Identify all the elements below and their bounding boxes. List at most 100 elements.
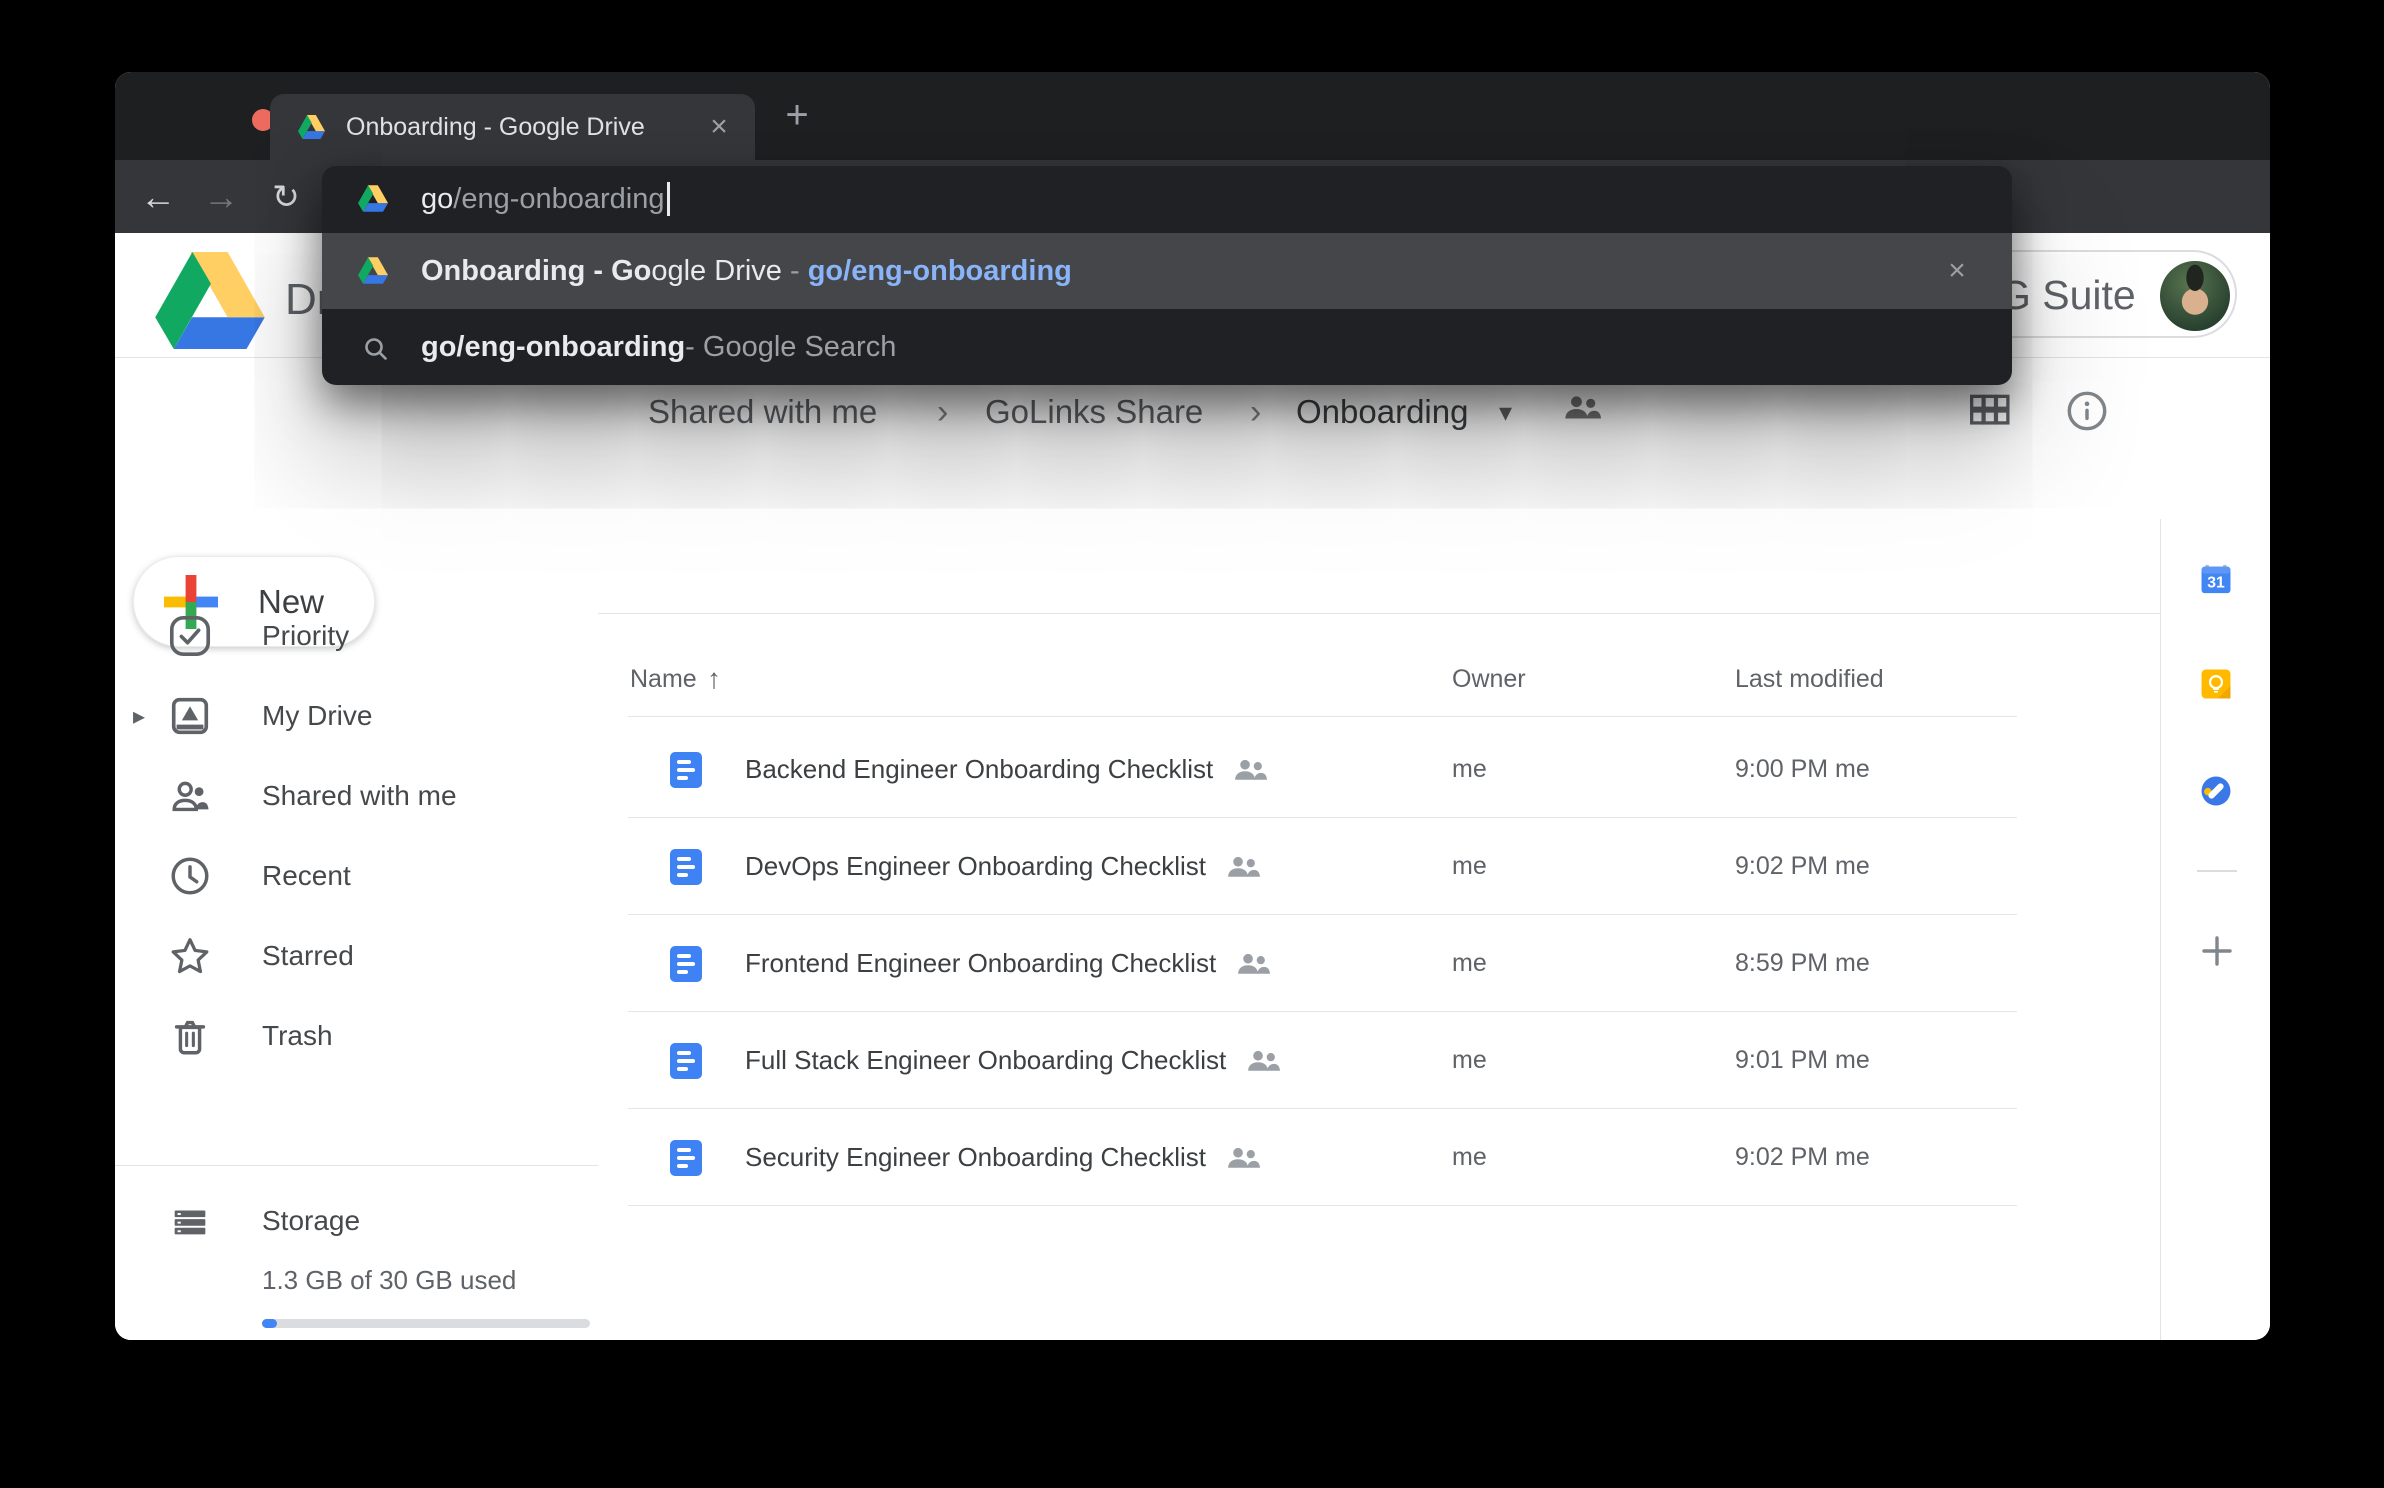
close-tab-icon[interactable]: × <box>700 108 738 146</box>
breadcrumb-separator: › <box>937 382 948 442</box>
breadcrumb-shared-with-me[interactable]: Shared with me <box>648 382 877 442</box>
file-name: Security Engineer Onboarding Checklist <box>745 1142 1206 1173</box>
file-modified: 8:59 PM me <box>1735 915 1870 1011</box>
file-name: Backend Engineer Onboarding Checklist <box>745 754 1213 785</box>
recent-icon <box>167 853 213 899</box>
sidebar-item-starred[interactable]: Starred <box>115 916 598 996</box>
info-icon[interactable] <box>2065 389 2109 433</box>
suggestion-google-search[interactable]: go/eng-onboarding - Google Search <box>322 309 2012 385</box>
add-app-plus-icon[interactable] <box>2199 933 2235 969</box>
shared-with-me-icon <box>167 773 213 819</box>
rail-divider <box>2197 870 2237 872</box>
my-drive-icon <box>167 693 213 739</box>
google-doc-icon <box>670 946 702 982</box>
breadcrumb-onboarding[interactable]: Onboarding <box>1296 382 1468 442</box>
reload-icon[interactable]: ↻ <box>258 160 314 233</box>
sort-ascending-icon[interactable]: ↑ <box>707 651 721 707</box>
omnibox-completion-text: /eng-onboarding <box>453 183 664 216</box>
breadcrumb-separator: › <box>1250 382 1261 442</box>
desktop-background: Onboarding - Google Drive × + ← → ↻ <box>0 0 2384 1488</box>
file-modified: 9:00 PM me <box>1735 721 1870 817</box>
file-owner: me <box>1452 915 1487 1011</box>
browser-tab[interactable]: Onboarding - Google Drive × <box>270 94 755 160</box>
shared-people-icon <box>1246 1048 1280 1072</box>
suggestion-url: go/eng-onboarding <box>808 255 1072 288</box>
shared-people-icon <box>1236 951 1270 975</box>
grid-view-icon[interactable] <box>1968 391 2012 431</box>
column-header-name[interactable]: Name <box>630 651 697 707</box>
sidebar-label: Starred <box>262 916 354 996</box>
search-query: go/eng-onboarding <box>421 331 685 364</box>
suggestion-title-rest: ogle Drive <box>651 255 782 288</box>
table-divider <box>628 716 2017 717</box>
drive-app: Drive G Suite Shared with me › GoLinks S… <box>115 233 2270 1340</box>
table-row[interactable]: DevOps Engineer Onboarding Checklist me … <box>598 818 2160 914</box>
drive-logo[interactable] <box>155 252 265 349</box>
suggestion-drive-result[interactable]: Onboarding - Google Drive - go/eng-onboa… <box>322 233 2012 309</box>
text-cursor <box>667 182 670 216</box>
omnibox[interactable]: go/eng-onboarding <box>322 166 2012 232</box>
new-tab-button[interactable]: + <box>775 93 819 137</box>
file-owner: me <box>1452 721 1487 817</box>
sidebar-label: Priority <box>262 596 349 676</box>
column-header-owner[interactable]: Owner <box>1452 651 1526 707</box>
starred-icon <box>167 933 213 979</box>
google-doc-icon <box>670 1043 702 1079</box>
file-owner: me <box>1452 1012 1487 1108</box>
sidebar-label: Storage <box>262 1181 360 1261</box>
table-row[interactable]: Security Engineer Onboarding Checklist m… <box>598 1109 2160 1205</box>
tasks-icon[interactable] <box>2199 774 2233 808</box>
tab-strip: Onboarding - Google Drive × + <box>115 72 2270 160</box>
sidebar-item-recent[interactable]: Recent <box>115 836 598 916</box>
shared-people-icon <box>1226 1145 1260 1169</box>
file-modified: 9:02 PM me <box>1735 818 1870 914</box>
storage-usage-text: 1.3 GB of 30 GB used <box>262 1265 516 1296</box>
breadcrumb-golinks-share[interactable]: GoLinks Share <box>985 382 1203 442</box>
omnibox-dropdown-panel: go/eng-onboarding Onboarding - Google Dr… <box>322 166 2012 385</box>
column-header-last-modified[interactable]: Last modified <box>1735 651 1884 707</box>
expand-caret-icon[interactable]: ▸ <box>133 702 145 731</box>
file-name: Frontend Engineer Onboarding Checklist <box>745 948 1216 979</box>
table-row[interactable]: Full Stack Engineer Onboarding Checklist… <box>598 1012 2160 1108</box>
suggestion-dash: - <box>782 255 808 288</box>
sidebar-label: Shared with me <box>262 756 457 836</box>
google-doc-icon <box>670 849 702 885</box>
omnibox-text: go/eng-onboarding <box>421 166 670 232</box>
account-avatar[interactable] <box>2160 261 2230 331</box>
shared-people-icon <box>1226 854 1260 878</box>
drive-favicon <box>298 115 325 139</box>
storage-icon <box>167 1198 213 1244</box>
sidebar-item-shared-with-me[interactable]: Shared with me <box>115 756 598 836</box>
suggestion-text: go/eng-onboarding - Google Search <box>421 309 896 385</box>
folder-dropdown-caret-icon[interactable]: ▾ <box>1499 382 1512 442</box>
omnibox-typed-text: go <box>421 183 453 216</box>
sidebar-item-storage[interactable]: Storage <box>115 1181 598 1261</box>
sidebar-item-priority[interactable]: Priority <box>115 596 598 676</box>
table-row[interactable]: Frontend Engineer Onboarding Checklist m… <box>598 915 2160 1011</box>
keep-icon[interactable] <box>2199 667 2233 701</box>
table-row[interactable]: Backend Engineer Onboarding Checklist me… <box>598 721 2160 817</box>
remove-suggestion-icon[interactable]: × <box>1938 252 1976 290</box>
file-owner: me <box>1452 818 1487 914</box>
shared-people-icon <box>1233 757 1267 781</box>
back-icon[interactable]: ← <box>130 160 186 233</box>
breadcrumb-divider <box>598 613 2160 614</box>
right-rail-divider <box>2160 519 2161 1340</box>
sidebar-item-my-drive[interactable]: ▸ My Drive <box>115 676 598 756</box>
calendar-icon[interactable]: 31 <box>2199 561 2233 595</box>
suggestion-text: Onboarding - Google Drive - go/eng-onboa… <box>421 233 1072 309</box>
file-owner: me <box>1452 1109 1487 1205</box>
drive-favicon <box>358 185 388 212</box>
search-suffix: - Google Search <box>685 331 896 364</box>
drive-favicon <box>358 257 388 284</box>
priority-icon <box>167 613 213 659</box>
forward-icon[interactable]: → <box>193 160 249 233</box>
sidebar-item-trash[interactable]: Trash <box>115 996 598 1076</box>
browser-window: Onboarding - Google Drive × + ← → ↻ <box>115 72 2270 1340</box>
suggestion-title-bold: Onboarding - Go <box>421 255 651 288</box>
search-icon <box>362 335 390 363</box>
calendar-day: 31 <box>2207 574 2225 591</box>
file-name: DevOps Engineer Onboarding Checklist <box>745 851 1206 882</box>
sidebar-label: My Drive <box>262 676 372 756</box>
sidebar-label: Recent <box>262 836 351 916</box>
